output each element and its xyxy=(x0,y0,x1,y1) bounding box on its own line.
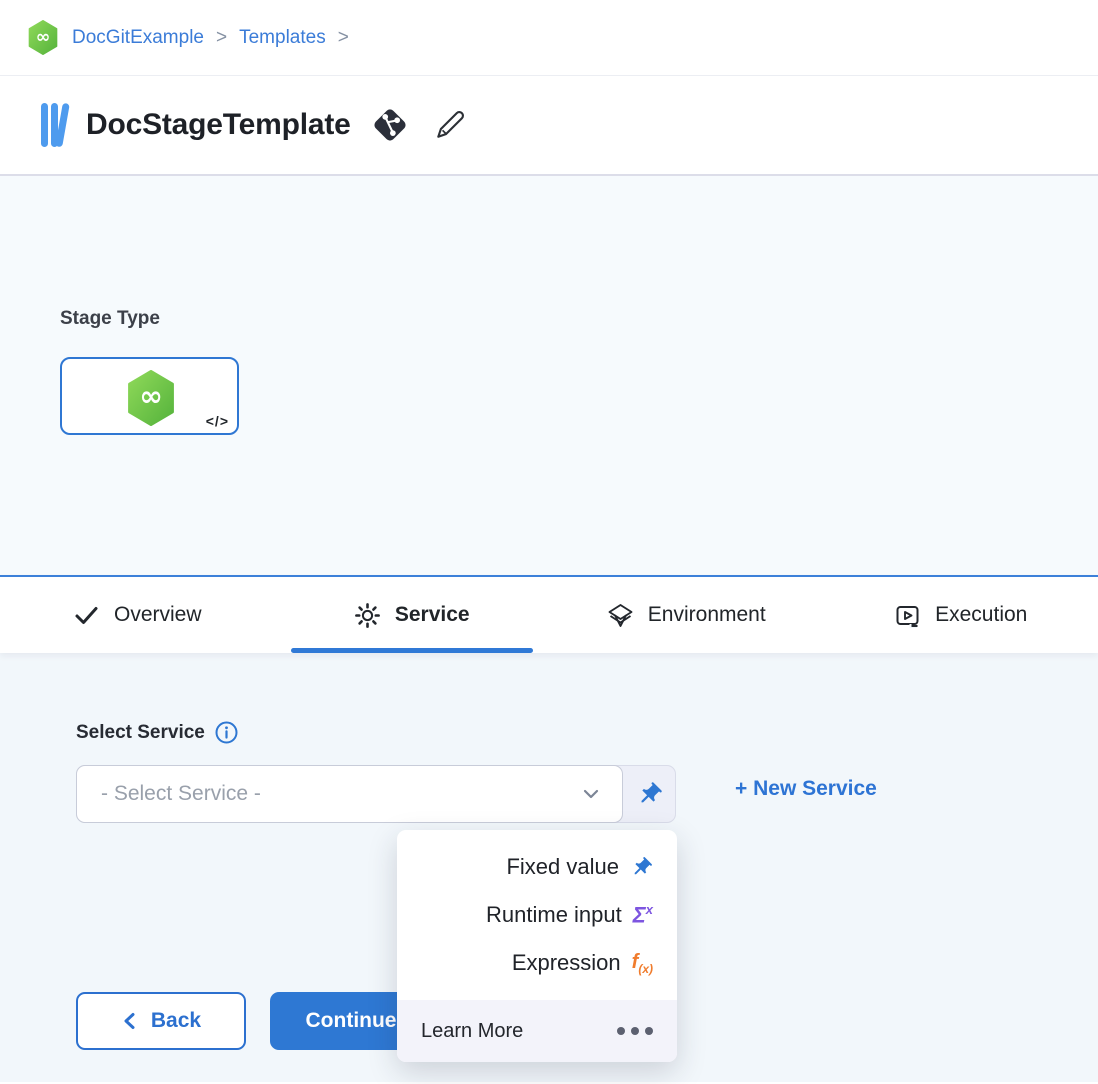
git-sync-icon xyxy=(369,104,411,146)
tab-overview[interactable]: Overview xyxy=(0,577,275,653)
gear-icon xyxy=(354,602,381,629)
check-icon xyxy=(73,602,100,629)
breadcrumb-link-project[interactable]: DocGitExample xyxy=(72,27,204,49)
info-icon[interactable] xyxy=(215,721,238,744)
tab-label: Service xyxy=(395,603,470,627)
tab-environment[interactable]: Environment xyxy=(549,577,824,653)
deploy-stage-icon xyxy=(125,370,177,426)
learn-more-row[interactable]: Learn More xyxy=(397,1000,677,1062)
select-service-label: Select Service xyxy=(76,722,205,744)
stage-type-label: Stage Type xyxy=(60,308,160,330)
menu-item-label: Fixed value xyxy=(506,854,619,880)
select-service-label-row: Select Service xyxy=(76,721,238,744)
input-type-pin-button[interactable] xyxy=(623,766,675,822)
tab-label: Overview xyxy=(114,603,202,627)
template-library-icon xyxy=(40,101,70,149)
chevron-left-icon xyxy=(121,1012,139,1030)
input-type-options: Fixed value Runtime input Σx Expression … xyxy=(397,830,677,1000)
service-select-dropdown[interactable]: - Select Service - xyxy=(76,765,623,823)
menu-item-label: Expression xyxy=(512,950,621,976)
breadcrumb: DocGitExample > Templates > xyxy=(0,0,1098,76)
edit-icon[interactable] xyxy=(433,108,467,142)
stage-tabs: Overview Service Environment Execu xyxy=(0,575,1098,653)
ellipsis-icon xyxy=(617,1027,653,1035)
breadcrumb-separator: > xyxy=(338,27,349,49)
tab-label: Execution xyxy=(935,603,1027,627)
harness-module-icon xyxy=(27,20,59,55)
pin-icon xyxy=(636,781,663,808)
sigma-icon: Σx xyxy=(633,902,653,928)
stage-type-section: Stage Type </> xyxy=(0,176,1098,575)
service-select-placeholder: - Select Service - xyxy=(101,782,261,806)
tab-label: Environment xyxy=(648,603,766,627)
layers-icon xyxy=(607,602,634,629)
fx-icon: f(x) xyxy=(632,951,653,976)
menu-item-runtime-input[interactable]: Runtime input Σx xyxy=(397,891,677,939)
menu-item-label: Runtime input xyxy=(486,902,622,928)
breadcrumb-link-templates[interactable]: Templates xyxy=(239,27,326,49)
breadcrumb-separator: > xyxy=(216,27,227,49)
stage-type-card-deploy[interactable]: </> xyxy=(60,357,239,435)
page-title: DocStageTemplate xyxy=(86,108,351,142)
pin-icon xyxy=(630,856,653,879)
tab-service[interactable]: Service xyxy=(275,577,550,653)
continue-button-label: Continue xyxy=(306,1009,397,1033)
input-type-popup: Fixed value Runtime input Σx Expression … xyxy=(397,830,677,1062)
service-tab-panel: Select Service - Select Service - + New … xyxy=(0,653,1098,1082)
learn-more-label: Learn More xyxy=(421,1020,523,1043)
run-icon xyxy=(894,602,921,629)
service-select-control: - Select Service - xyxy=(76,765,676,823)
tab-execution[interactable]: Execution xyxy=(824,577,1098,653)
back-button[interactable]: Back xyxy=(76,992,246,1050)
menu-item-expression[interactable]: Expression f(x) xyxy=(397,939,677,987)
menu-item-fixed-value[interactable]: Fixed value xyxy=(397,843,677,891)
new-service-link[interactable]: + New Service xyxy=(735,777,877,801)
back-button-label: Back xyxy=(151,1009,201,1033)
code-view-icon[interactable]: </> xyxy=(206,413,229,429)
page-header: DocStageTemplate xyxy=(0,76,1098,176)
chevron-down-icon xyxy=(580,783,602,805)
